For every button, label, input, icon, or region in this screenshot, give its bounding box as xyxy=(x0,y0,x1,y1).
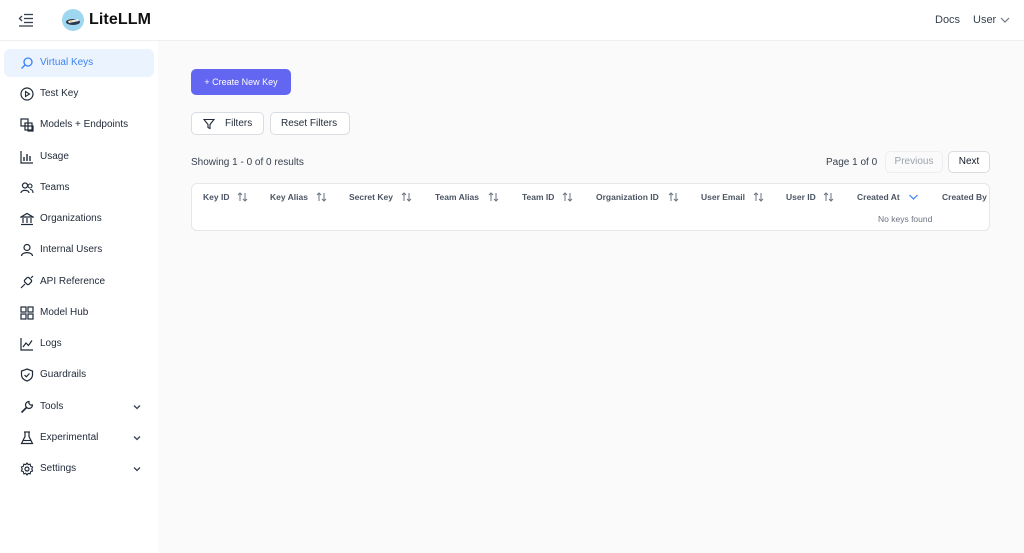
create-new-key-button[interactable]: + Create New Key xyxy=(191,69,291,95)
column-header-secret-key[interactable]: Secret Key xyxy=(349,192,393,202)
sidebar-item-label: API Reference xyxy=(40,276,106,287)
gear-icon xyxy=(20,462,34,476)
grid-icon xyxy=(20,306,34,320)
sidebar-item-label: Tools xyxy=(40,401,64,412)
sidebar-item-label: Experimental xyxy=(40,432,99,443)
filter-icon xyxy=(203,118,215,130)
column-header-user-id[interactable]: User ID xyxy=(786,192,816,202)
sort-icon[interactable] xyxy=(668,192,679,202)
sidebar-item-models-endpoints[interactable]: Models + Endpoints xyxy=(4,111,154,139)
chevron-down-icon[interactable] xyxy=(999,14,1011,26)
sidebar-item-settings[interactable]: Settings xyxy=(4,455,154,483)
team-icon xyxy=(20,182,34,194)
filters-label: Filters xyxy=(225,118,253,129)
sort-descending-icon[interactable] xyxy=(908,192,919,202)
sidebar-item-label: Organizations xyxy=(40,213,102,224)
sidebar-item-logs[interactable]: Logs xyxy=(4,330,154,358)
results-summary: Showing 1 - 0 of 0 results xyxy=(191,157,304,168)
column-header-created-by[interactable]: Created By xyxy=(942,192,987,202)
sidebar-item-teams[interactable]: Teams xyxy=(4,174,154,202)
user-menu[interactable]: User xyxy=(973,14,996,26)
previous-page-button[interactable]: Previous xyxy=(885,151,943,173)
sort-icon[interactable] xyxy=(316,192,327,202)
logo-icon xyxy=(62,9,84,31)
flask-icon xyxy=(20,431,34,445)
line-chart-icon xyxy=(20,338,33,351)
next-page-button[interactable]: Next xyxy=(948,151,990,173)
column-header-team-alias[interactable]: Team Alias xyxy=(435,192,479,202)
sidebar-item-label: Internal Users xyxy=(40,244,103,255)
sort-icon[interactable] xyxy=(488,192,499,202)
menu-fold-icon[interactable] xyxy=(18,13,34,27)
bar-chart-icon xyxy=(20,151,33,164)
user-icon xyxy=(20,243,34,257)
sidebar-item-usage[interactable]: Usage xyxy=(4,143,154,171)
sidebar-item-label: Model Hub xyxy=(40,307,89,318)
chevron-down-icon[interactable] xyxy=(132,464,142,474)
column-header-organization-id[interactable]: Organization ID xyxy=(596,192,659,202)
sidebar-item-model-hub[interactable]: Model Hub xyxy=(4,299,154,327)
sidebar-item-experimental[interactable]: Experimental xyxy=(4,424,154,452)
sidebar-item-internal-users[interactable]: Internal Users xyxy=(4,236,154,264)
docs-link[interactable]: Docs xyxy=(935,14,960,26)
column-header-key-id[interactable]: Key ID xyxy=(203,192,229,202)
sidebar-item-api-reference[interactable]: API Reference xyxy=(4,268,154,296)
bank-icon xyxy=(20,212,34,226)
sidebar-item-label: Models + Endpoints xyxy=(40,119,129,130)
chevron-down-icon[interactable] xyxy=(132,402,142,412)
sort-icon[interactable] xyxy=(753,192,764,202)
sidebar-item-label: Settings xyxy=(40,463,77,474)
sidebar-item-label: Test Key xyxy=(40,88,79,99)
sidebar-item-virtual-keys[interactable]: Virtual Keys xyxy=(4,49,154,77)
blocks-icon xyxy=(20,118,34,132)
column-header-created-at[interactable]: Created At xyxy=(857,192,900,202)
keys-table: Key ID Key Alias Secret Key Team Alias T… xyxy=(191,183,990,231)
sidebar: Virtual Keys Test Key Models + Endpoints… xyxy=(0,41,158,553)
sidebar-item-test-key[interactable]: Test Key xyxy=(4,80,154,108)
play-circle-icon xyxy=(20,87,34,101)
sidebar-item-tools[interactable]: Tools xyxy=(4,393,154,421)
empty-state-text: No keys found xyxy=(878,214,933,224)
column-header-team-id[interactable]: Team ID xyxy=(522,192,554,202)
sidebar-item-label: Usage xyxy=(40,151,69,162)
reset-filters-button[interactable]: Reset Filters xyxy=(270,112,350,135)
brand-name: LiteLLM xyxy=(89,11,152,28)
shield-icon xyxy=(20,368,34,382)
reset-filters-label: Reset Filters xyxy=(281,118,338,129)
sidebar-item-label: Logs xyxy=(40,338,62,349)
chevron-down-icon[interactable] xyxy=(132,433,142,443)
sidebar-item-guardrails[interactable]: Guardrails xyxy=(4,361,154,389)
key-search-icon xyxy=(21,57,33,69)
api-icon xyxy=(20,275,34,289)
filters-button[interactable]: Filters xyxy=(191,112,264,135)
sort-icon[interactable] xyxy=(562,192,573,202)
sidebar-item-label: Teams xyxy=(40,182,70,193)
sidebar-item-label: Virtual Keys xyxy=(40,57,94,68)
sidebar-item-label: Guardrails xyxy=(40,369,87,380)
sidebar-item-organizations[interactable]: Organizations xyxy=(4,205,154,233)
top-header: LiteLLM Docs User xyxy=(0,0,1024,41)
sort-icon[interactable] xyxy=(823,192,834,202)
sort-icon[interactable] xyxy=(237,192,248,202)
tool-icon xyxy=(20,400,34,414)
sort-icon[interactable] xyxy=(401,192,412,202)
column-header-user-email[interactable]: User Email xyxy=(701,192,745,202)
page-indicator: Page 1 of 0 xyxy=(826,157,878,168)
column-header-key-alias[interactable]: Key Alias xyxy=(270,192,308,202)
